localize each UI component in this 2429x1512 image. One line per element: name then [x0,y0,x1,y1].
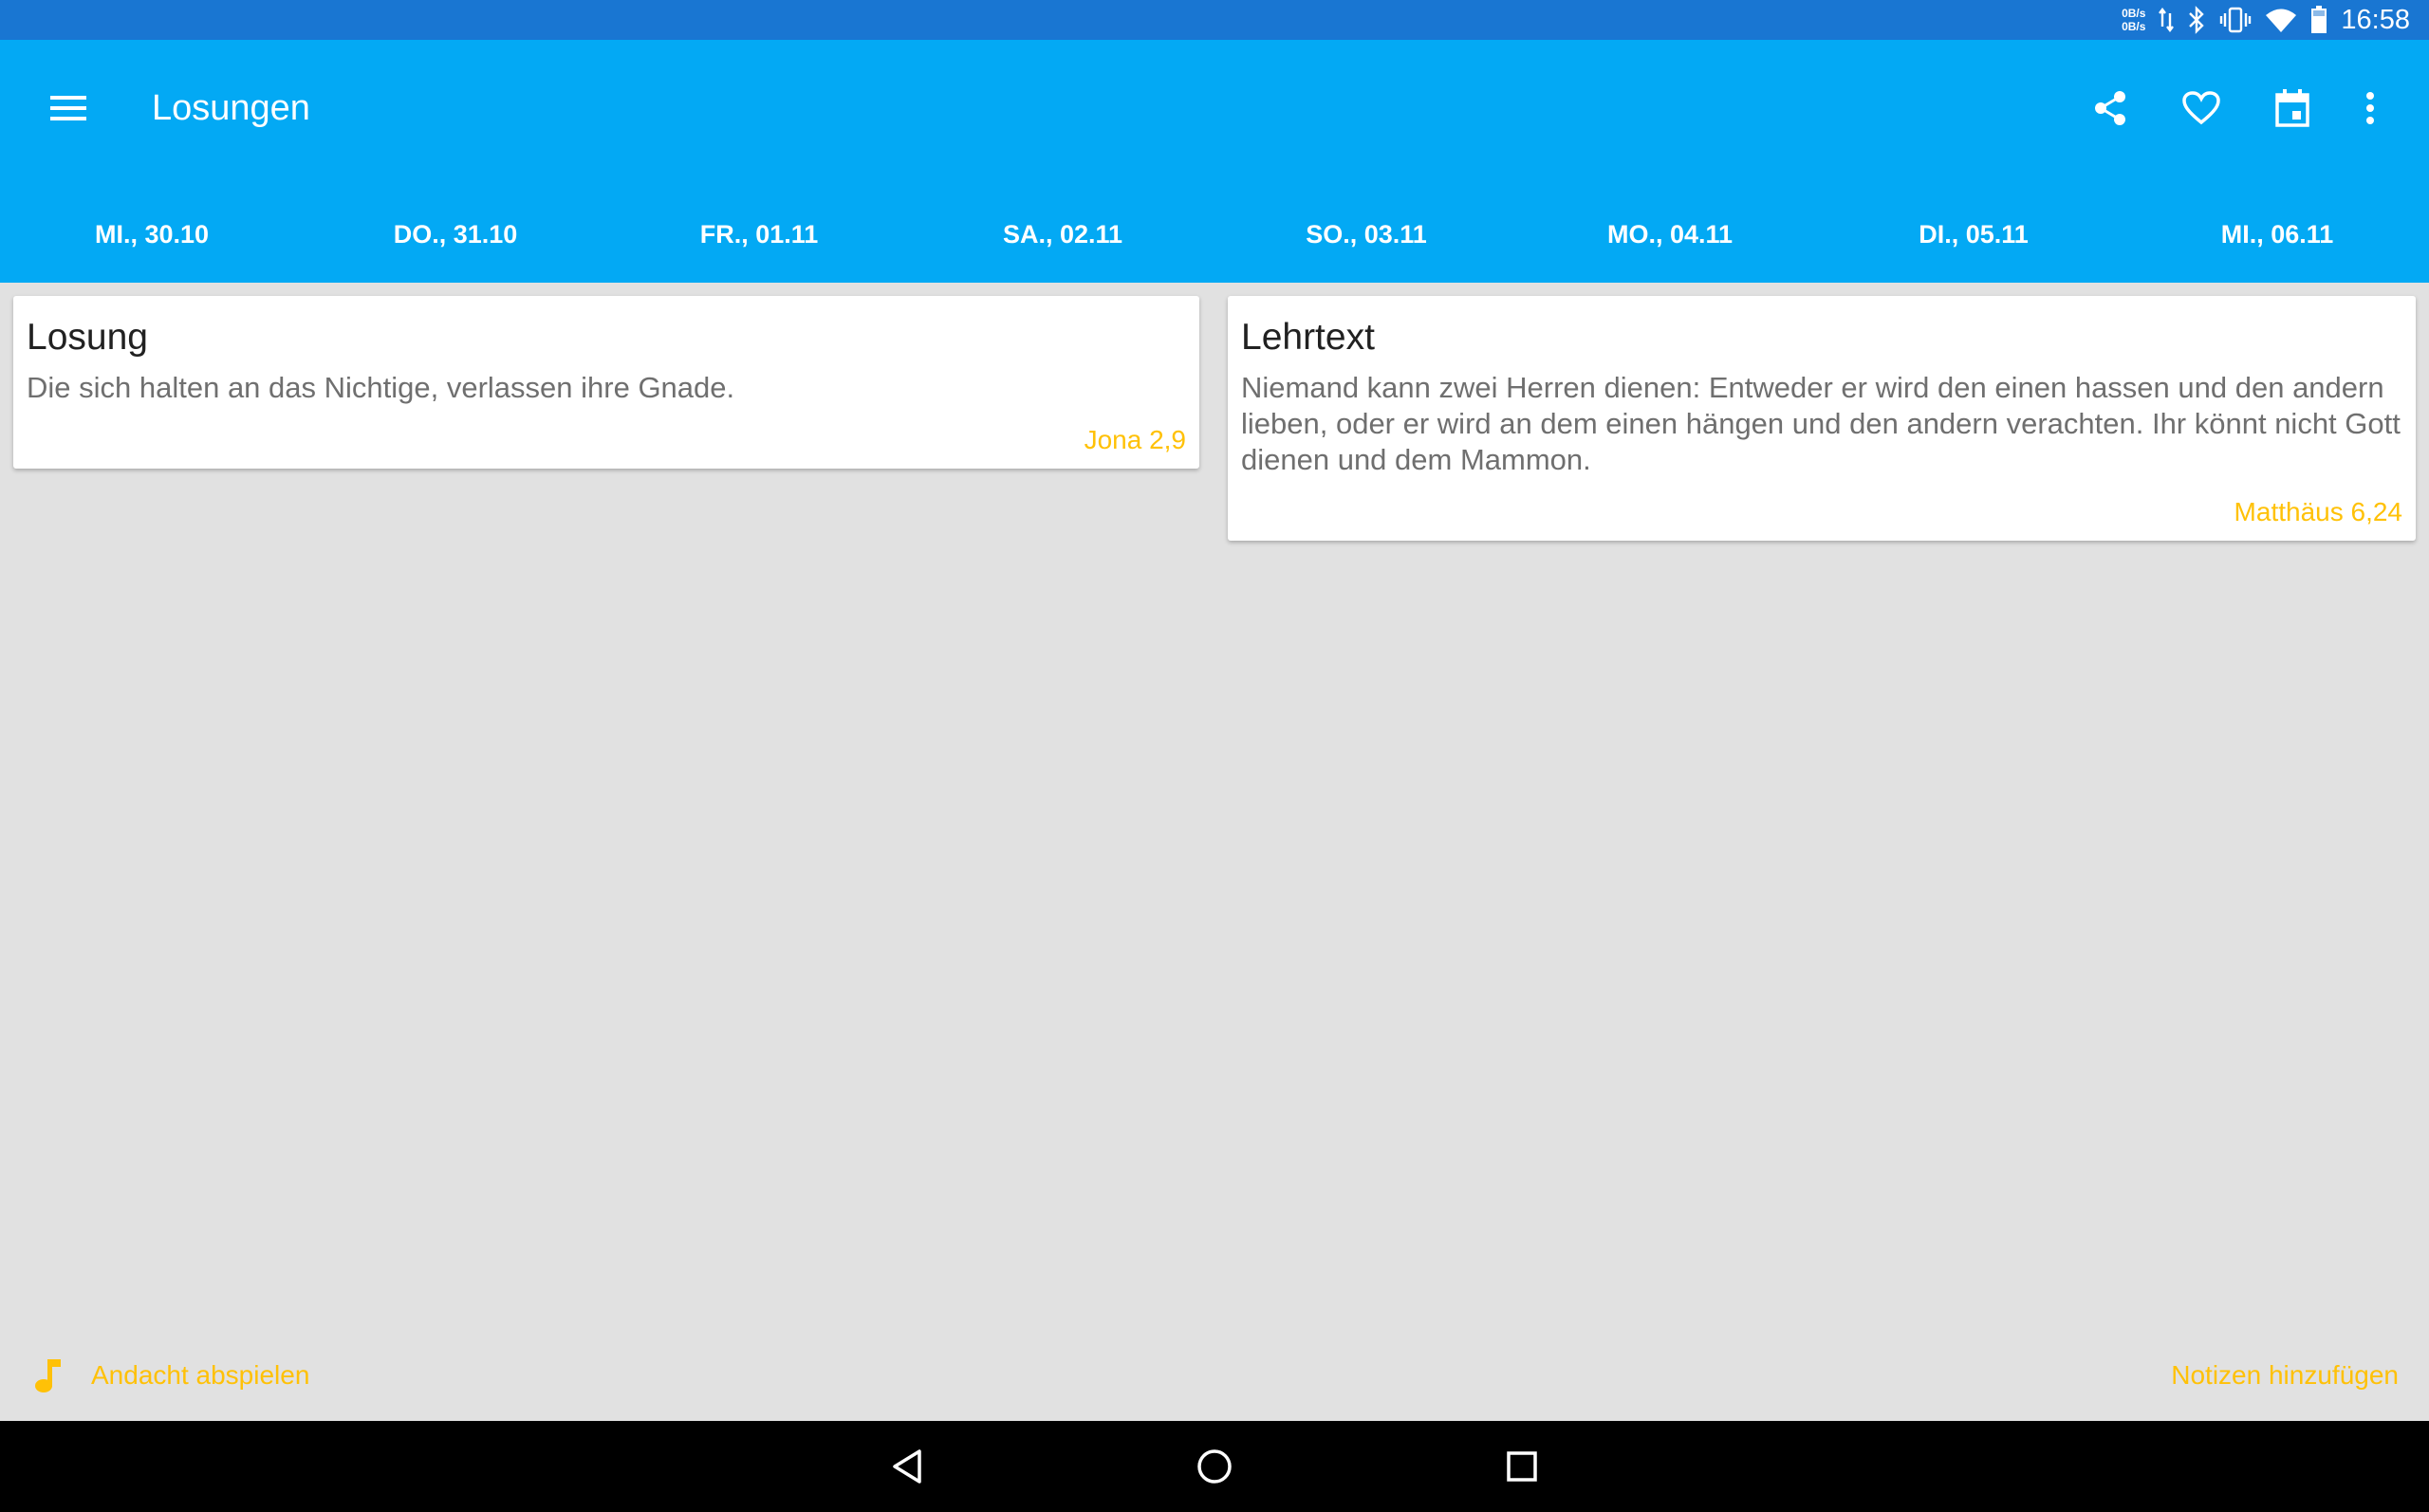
tab-date[interactable]: DO., 31.10 [304,201,607,267]
lehrtext-reference[interactable]: Matthäus 6,24 [2234,497,2402,527]
lehrtext-text: Niemand kann zwei Herren dienen: Entwede… [1241,371,2401,476]
tab-date[interactable]: SA., 02.11 [911,201,1214,267]
battery-icon [2310,6,2327,34]
share-icon[interactable] [2082,80,2139,137]
recent-apps-icon[interactable] [1493,1438,1550,1495]
navigation-bar [0,1421,2429,1512]
tab-date[interactable]: MI., 06.11 [2125,201,2429,267]
clock: 16:58 [2341,4,2410,35]
losung-text: Die sich halten an das Nichtige, verlass… [27,371,735,404]
status-icons: 0B/s 0B/s 16:58 [2122,0,2410,40]
heart-icon[interactable] [2173,80,2230,137]
losung-reference[interactable]: Jona 2,9 [1085,425,1186,455]
app-bar: Losungen MI., 30.10 DO., 31.10 FR., 01.1… [0,40,2429,283]
wifi-icon [2265,7,2297,33]
bluetooth-icon [2187,6,2206,34]
tab-date[interactable]: DI., 05.11 [1822,201,2125,267]
network-speed: 0B/s 0B/s [2122,7,2145,33]
menu-icon[interactable] [40,80,97,137]
tab-date[interactable]: MO., 04.11 [1518,201,1822,267]
net-down-speed: 0B/s [2122,20,2146,33]
losung-title: Losung [27,317,148,358]
status-bar: 0B/s 0B/s 16:58 [0,0,2429,40]
add-notes-button[interactable]: Notizen hinzufügen [2171,1345,2399,1406]
tab-date[interactable]: FR., 01.11 [607,201,911,267]
losung-card[interactable]: Losung Die sich halten an das Nichtige, … [13,296,1199,469]
lehrtext-title: Lehrtext [1241,317,1375,358]
play-devotion-label: Andacht abspielen [91,1360,310,1390]
app-title: Losungen [152,88,310,128]
date-tabs: MI., 30.10 DO., 31.10 FR., 01.11 SA., 02… [0,201,2429,267]
play-devotion-button[interactable]: Andacht abspielen [34,1345,309,1406]
vibrate-icon [2219,7,2252,33]
home-icon[interactable] [1186,1438,1243,1495]
tab-date[interactable]: SO., 03.11 [1214,201,1518,267]
lehrtext-card[interactable]: Lehrtext Niemand kann zwei Herren dienen… [1228,296,2416,541]
data-transfer-icon [2159,8,2175,32]
back-icon[interactable] [879,1438,936,1495]
music-note-icon [34,1356,63,1394]
more-vert-icon[interactable] [2342,80,2399,137]
calendar-icon[interactable] [2264,80,2321,137]
tab-date[interactable]: MI., 30.10 [0,201,304,267]
net-up-speed: 0B/s [2122,7,2146,20]
